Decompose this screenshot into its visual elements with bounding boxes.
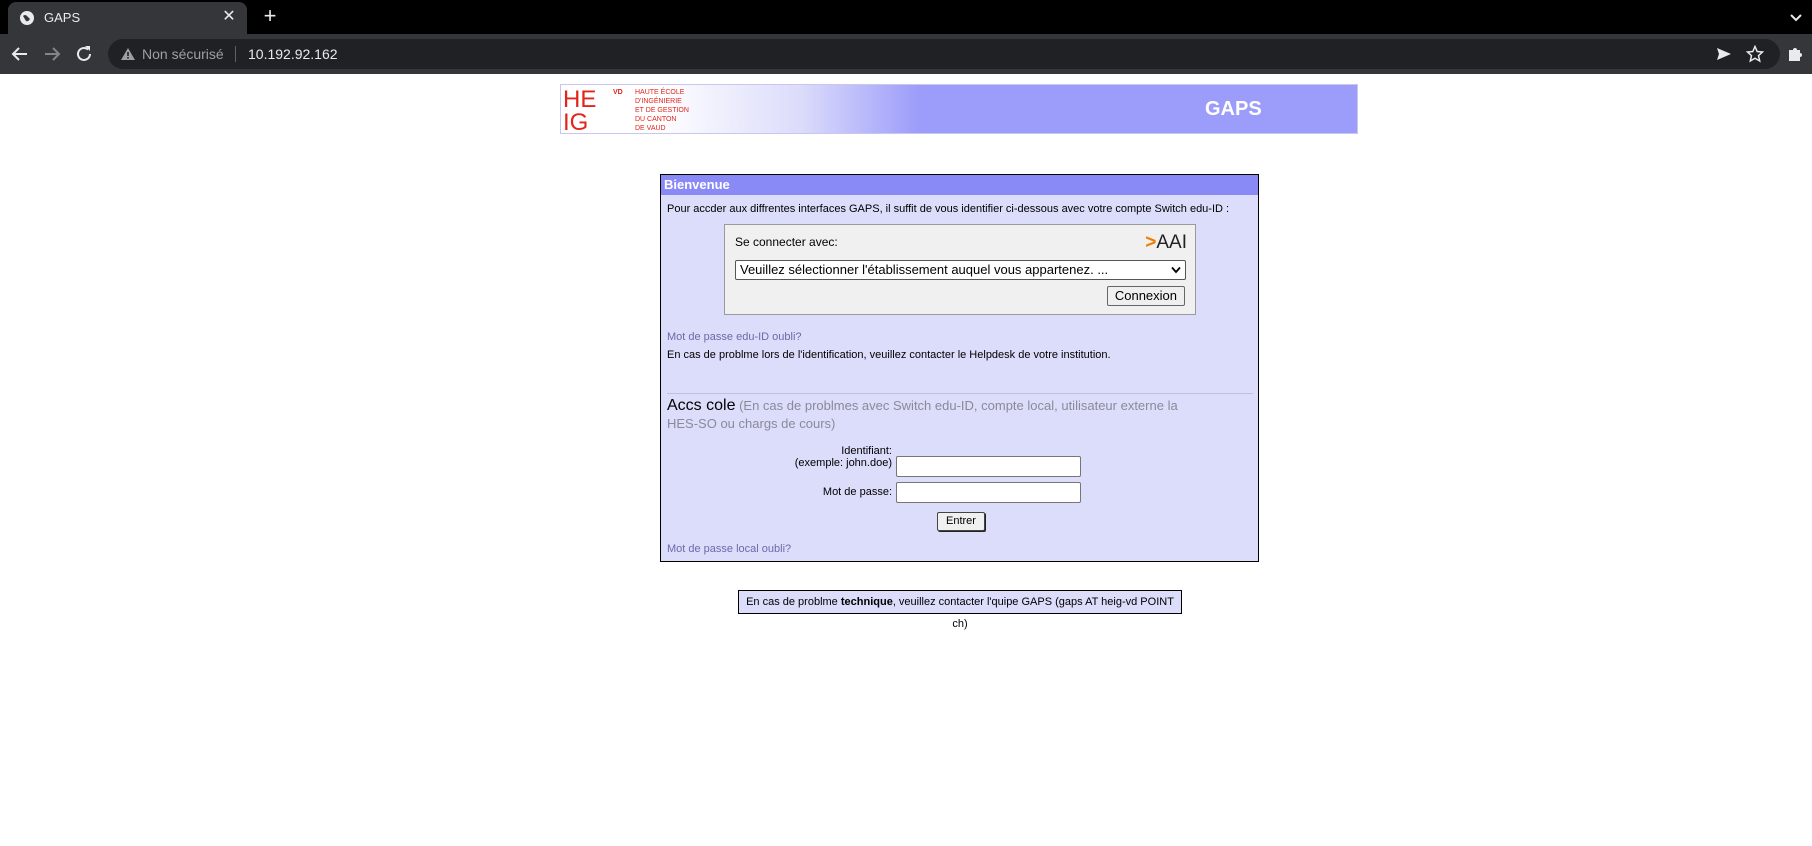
aai-chevron-icon: > [1145,232,1157,253]
logo-line-3: ET DE GESTION [635,107,689,114]
logo-line-2: D'INGÉNIERIE [635,96,682,105]
local-access-title: Accs cole [667,397,736,414]
connexion-button[interactable]: Connexion [1106,286,1185,306]
panel-heading: Bienvenue [661,175,1258,195]
forward-arrow-icon[interactable] [40,42,64,66]
header-banner: HE IG VD HAUTE ÉCOLE D'INGÉNIERIE ET DE … [560,84,1358,134]
plus-icon[interactable]: + [258,5,282,29]
browser-tab[interactable]: GAPS ✕ [8,2,247,34]
tab-title: GAPS [44,10,81,25]
app-title: GAPS [1205,98,1262,120]
reload-icon[interactable] [72,42,96,66]
intro-text: Pour accder aux diffrentes interfaces GA… [667,203,1230,215]
password-input[interactable] [896,482,1081,503]
local-access-heading: Accs cole (En cas de problmes avec Switc… [667,397,1179,433]
security-label[interactable]: Non sécurisé [142,46,224,62]
aai-login-box: Se connecter avec: >AAI Veuillez sélecti… [724,224,1196,315]
logo-line-5: DE VAUD [635,125,666,132]
logo-vd: VD [613,89,623,96]
warning-icon[interactable] [120,47,136,61]
back-arrow-icon[interactable] [8,42,32,66]
browser-toolbar: Non sécurisé 10.192.92.162 [0,34,1812,74]
globe-icon [20,11,34,25]
address-bar[interactable]: Non sécurisé 10.192.92.162 [108,39,1780,69]
password-label: Mot de passe: [822,486,892,498]
aai-logo: >AAI [1145,232,1187,254]
chevron-down-icon[interactable] [1786,7,1806,27]
chevron-down-icon [1171,266,1181,274]
logo-line-4: DU CANTON [635,116,676,123]
aai-label: Se connecter avec: [735,235,838,249]
username-label: Identifiant: (exemple: john.doe) [776,445,892,469]
footer-prefix: En cas de problme [746,596,841,608]
divider [235,46,236,62]
local-access-subtitle: (En cas de problmes avec Switch edu-ID, … [667,398,1178,431]
section-divider [667,393,1253,394]
url-text[interactable]: 10.192.92.162 [248,46,338,62]
heig-vd-logo: HE IG VD HAUTE ÉCOLE D'INGÉNIERIE ET DE … [563,86,689,132]
footer-strong: technique [840,596,893,608]
institution-select[interactable]: Veuillez sélectionner l'établissement au… [735,260,1186,280]
technical-contact-note: En cas de problme technique, veuillez co… [738,590,1182,630]
send-icon[interactable] [1716,46,1732,62]
logo-ig: IG [563,109,588,132]
tab-strip: GAPS ✕ + [0,0,1812,34]
edu-id-forgot-link[interactable]: Mot de passe edu-ID oubli? [667,331,802,343]
aai-logo-text: AAI [1156,232,1187,253]
institution-select-value: Veuillez sélectionner l'établissement au… [740,262,1109,277]
username-label-example: (exemple: john.doe) [794,457,892,469]
username-label-main: Identifiant: [841,445,892,457]
local-password-forgot-link[interactable]: Mot de passe local oubli? [667,543,791,555]
helpdesk-note: En cas de problme lors de l'identificati… [667,349,1111,361]
login-panel: Bienvenue Pour accder aux diffrentes int… [660,174,1259,562]
username-input[interactable] [896,456,1081,477]
enter-button[interactable]: Entrer [937,512,985,531]
footer-suffix: , veuillez contacter l'quipe GAPS (gaps … [892,596,1174,630]
star-icon[interactable] [1745,44,1765,63]
close-icon[interactable]: ✕ [219,7,239,27]
puzzle-icon[interactable] [1786,44,1806,64]
logo-line-1: HAUTE ÉCOLE [635,87,685,96]
